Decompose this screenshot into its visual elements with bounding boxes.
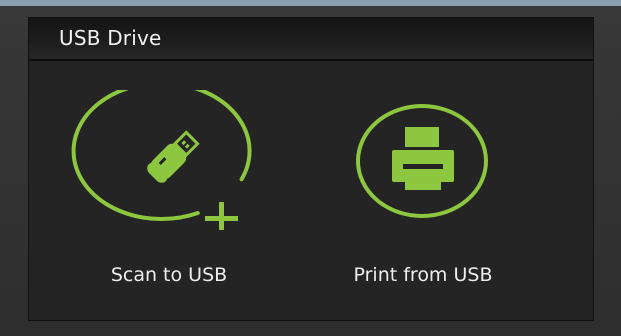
printer-icon [356, 104, 488, 218]
print-from-usb-button[interactable]: Print from USB [323, 90, 523, 300]
usb-drive-panel: USB Drive Scan to USB Print from USB [28, 17, 594, 321]
panel-header: USB Drive [29, 18, 593, 61]
screen-background: USB Drive Scan to USB Print from USB [0, 0, 621, 336]
scan-to-usb-button[interactable]: Scan to USB [69, 90, 269, 300]
panel-title: USB Drive [59, 26, 162, 50]
scan-to-usb-label: Scan to USB [110, 264, 228, 286]
print-from-usb-label: Print from USB [353, 264, 493, 286]
usb-drive-add-icon [71, 90, 252, 230]
